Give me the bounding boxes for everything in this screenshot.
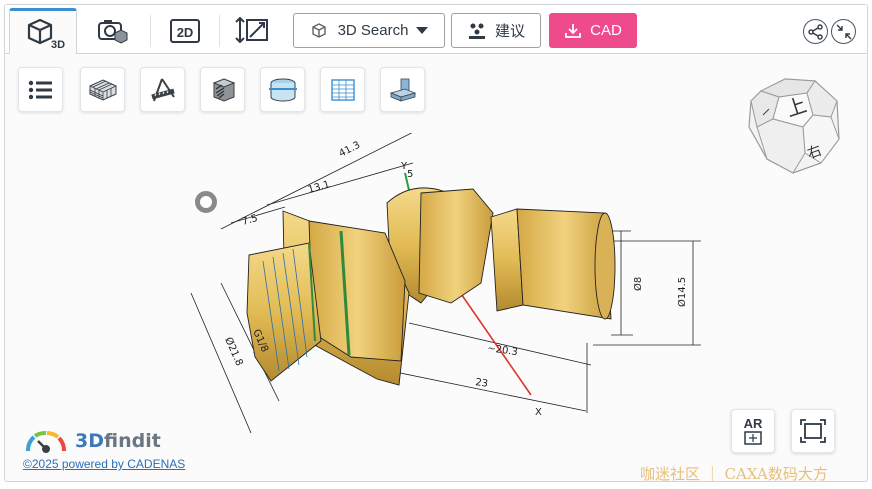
cad-download-button[interactable]: CAD — [549, 13, 637, 48]
dim-7-5: 7.5 — [241, 213, 259, 228]
3d-search-icon — [311, 22, 326, 38]
brand-suffix: findit — [104, 430, 161, 452]
dim-overall-length: 41.3 — [337, 140, 362, 160]
3d-search-label: 3D Search — [337, 22, 409, 39]
caret-down-icon — [416, 26, 429, 34]
explode-button[interactable] — [380, 67, 425, 112]
measure-button[interactable] — [140, 67, 185, 112]
3d-search-button[interactable]: 3D Search — [293, 13, 445, 48]
measure-angle-icon — [150, 77, 175, 101]
share-button[interactable] — [803, 19, 828, 44]
dimension-icon — [235, 16, 268, 44]
table-button[interactable] — [320, 67, 365, 112]
camera-icon — [98, 20, 128, 44]
ar-icon: AR — [744, 416, 763, 445]
dim-diameter-14-5: Ø14.5 — [676, 277, 688, 307]
tab-3d[interactable]: 3D — [9, 8, 77, 54]
3dfindit-logo[interactable]: 3Dfindit — [23, 429, 161, 453]
section-button[interactable] — [260, 67, 305, 112]
copyright-link[interactable]: ©2025 powered by CADENAS — [23, 457, 185, 471]
brand-prefix: 3D — [75, 430, 104, 452]
viewer-frame: 3D 2D 3D Search 建议 CAD 上 右 Y X 41.3 13.1… — [4, 4, 868, 482]
3d-model-view[interactable]: Y X Z 41.3 13.1 7.5 5 Ø8 Ø1 — [181, 133, 721, 433]
axis-x-label: X — [535, 407, 542, 418]
tab-measure[interactable] — [219, 9, 287, 53]
dim-20-3: ~20.3 — [487, 343, 519, 358]
dim-5: 5 — [407, 169, 413, 180]
shading-button[interactable] — [200, 67, 245, 112]
list-icon — [28, 80, 52, 99]
wireframe-button[interactable] — [80, 67, 125, 112]
tab-3d-label: 3D — [51, 39, 65, 51]
dim-diameter-21-8: Ø21.8 — [222, 335, 245, 367]
suggest-label: 建议 — [494, 23, 525, 40]
dim-diameter-8: Ø8 — [632, 277, 644, 291]
ar-label: AR — [744, 416, 763, 431]
top-toolbar: 3D 2D 3D Search 建议 CAD — [5, 5, 867, 54]
tab-2d-label: 2D — [177, 25, 194, 40]
shading-icon — [212, 77, 235, 102]
download-icon — [565, 23, 582, 38]
tab-2d[interactable]: 2D — [151, 9, 219, 53]
wireframe-icon — [89, 78, 116, 101]
ar-button[interactable]: AR — [731, 409, 775, 453]
fullscreen-button[interactable] — [791, 409, 835, 453]
section-icon — [268, 78, 297, 101]
dim-23: 23 — [475, 377, 489, 390]
table-icon — [330, 78, 355, 101]
fullscreen-icon — [800, 419, 826, 443]
collapse-icon — [836, 24, 851, 39]
collapse-button[interactable] — [831, 19, 856, 44]
explode-icon — [389, 78, 416, 102]
2d-drawing-icon: 2D — [170, 19, 200, 43]
share-icon — [807, 23, 823, 40]
brass-fitting — [246, 187, 616, 386]
suggest-button[interactable]: 建议 — [451, 13, 541, 48]
parts-list-button[interactable] — [18, 67, 63, 112]
people-icon — [468, 23, 485, 39]
cube-icon: 3D — [27, 18, 65, 51]
gauge-logo-icon — [26, 430, 66, 453]
cad-label: CAD — [590, 22, 622, 39]
tab-snapshot[interactable] — [79, 9, 147, 53]
dim-13-1: 13.1 — [307, 179, 331, 196]
view-cube[interactable]: 上 右 — [743, 71, 843, 181]
watermark-text: 咖迷社区 ｜ CAXA数码大方 — [640, 465, 828, 483]
